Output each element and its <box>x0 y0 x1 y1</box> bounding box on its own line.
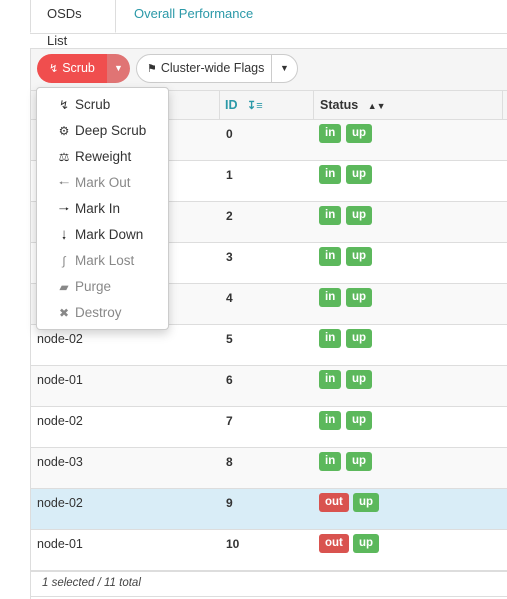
eraser-icon: ▰ <box>59 280 69 294</box>
status-badge: in <box>319 288 342 307</box>
host-cell: node-03 <box>37 455 83 469</box>
id-cell: 9 <box>226 496 233 510</box>
status-badge: up <box>346 124 373 143</box>
status-badge: up <box>346 206 373 225</box>
sort-icon: ▲▼ <box>367 101 386 111</box>
table-footer: 1 selected / 11 total <box>31 571 507 597</box>
host-cell: node-01 <box>37 373 83 387</box>
stethoscope-icon: ↯ <box>49 63 59 75</box>
menu-item-purge[interactable]: ▰ Purge <box>37 274 168 300</box>
status-badge: in <box>319 247 342 266</box>
cog-icon: ⚙ <box>58 124 70 138</box>
table-row-selected[interactable]: node-02 9 out up <box>31 489 507 530</box>
caret-down-icon: ▼ <box>114 63 123 73</box>
selection-summary: 1 selected / 11 total <box>42 577 141 589</box>
times-icon: ✖ <box>58 306 70 320</box>
menu-item-destroy[interactable]: ✖ Destroy <box>37 300 168 326</box>
menu-item-mark-lost[interactable]: ∫ Mark Lost <box>37 248 168 274</box>
id-cell: 3 <box>226 250 233 264</box>
arrow-left-icon: 🠐 <box>58 176 70 190</box>
stethoscope-icon: ↯ <box>58 98 70 112</box>
status-badge: up <box>353 493 380 512</box>
status-badge: in <box>319 329 342 348</box>
status-badge: out <box>319 534 349 553</box>
scrub-button[interactable]: ↯ Scrub <box>37 54 107 83</box>
id-cell: 4 <box>226 291 233 305</box>
status-badge: in <box>319 370 342 389</box>
menu-item-mark-down[interactable]: 🠓 Mark Down <box>37 222 168 248</box>
tab-osds-list[interactable]: OSDs List <box>30 0 116 48</box>
column-header-id-label: ID <box>225 98 238 112</box>
status-badge: in <box>319 411 342 430</box>
status-badge: up <box>346 329 373 348</box>
status-badge: in <box>319 452 342 471</box>
sort-numeric-icon: ↧≡ <box>246 100 263 112</box>
table-row[interactable]: node-01 10 out up <box>31 530 507 571</box>
status-badge: in <box>319 165 342 184</box>
scrub-dropdown-menu: ↯ Scrub ⚙ Deep Scrub ⚖ Reweight 🠐 Mark O… <box>36 87 169 330</box>
status-badge: up <box>346 370 373 389</box>
menu-item-scrub[interactable]: ↯ Scrub <box>37 92 168 118</box>
status-badge: in <box>319 206 342 225</box>
status-badge: out <box>319 493 349 512</box>
table-row[interactable]: node-02 7 in up <box>31 407 507 448</box>
menu-item-reweight[interactable]: ⚖ Reweight <box>37 144 168 170</box>
id-cell: 10 <box>226 537 240 551</box>
flag-icon: ⚑ <box>147 63 157 75</box>
tab-overall-performance[interactable]: Overall Performance <box>118 0 269 33</box>
id-cell: 0 <box>226 127 233 141</box>
host-cell: node-02 <box>37 332 83 346</box>
table-row[interactable]: node-03 8 in up <box>31 448 507 489</box>
menu-item-mark-out[interactable]: 🠐 Mark Out <box>37 170 168 196</box>
status-badge: up <box>346 165 373 184</box>
scrub-button-label: Scrub <box>62 61 95 75</box>
column-header-status-label: Status <box>320 98 359 112</box>
arrow-down-icon: 🠓 <box>61 228 67 242</box>
table-row[interactable]: node-01 6 in up <box>31 366 507 407</box>
cluster-wide-flags-label: Cluster-wide Flags <box>160 61 265 75</box>
status-badge: up <box>346 411 373 430</box>
column-header-status[interactable]: Status ▲▼ <box>320 91 386 119</box>
id-cell: 6 <box>226 373 233 387</box>
host-cell: node-01 <box>37 537 83 551</box>
status-badge: up <box>353 534 380 553</box>
unlink-icon: ∫ <box>62 254 66 268</box>
id-cell: 5 <box>226 332 233 346</box>
column-header-id[interactable]: ID ↧≡ <box>225 91 263 119</box>
status-badge: in <box>319 124 342 143</box>
status-badge: up <box>346 247 373 266</box>
status-badge: up <box>346 452 373 471</box>
menu-item-deep-scrub[interactable]: ⚙ Deep Scrub <box>37 118 168 144</box>
caret-down-icon: ▼ <box>280 63 289 73</box>
tab-bar: OSDs List Overall Performance <box>30 0 507 48</box>
arrow-right-icon: 🠒 <box>58 202 70 216</box>
menu-item-mark-in[interactable]: 🠒 Mark In <box>37 196 168 222</box>
balance-scale-icon: ⚖ <box>58 150 70 164</box>
id-cell: 2 <box>226 209 233 223</box>
status-badge: up <box>346 288 373 307</box>
id-cell: 1 <box>226 168 233 182</box>
id-cell: 8 <box>226 455 233 469</box>
id-cell: 7 <box>226 414 233 428</box>
cluster-wide-flags-button[interactable]: ⚑ Cluster-wide Flags <box>136 54 272 83</box>
host-cell: node-02 <box>37 496 83 510</box>
table-row[interactable]: node-02 5 in up <box>31 325 507 366</box>
host-cell: node-02 <box>37 414 83 428</box>
